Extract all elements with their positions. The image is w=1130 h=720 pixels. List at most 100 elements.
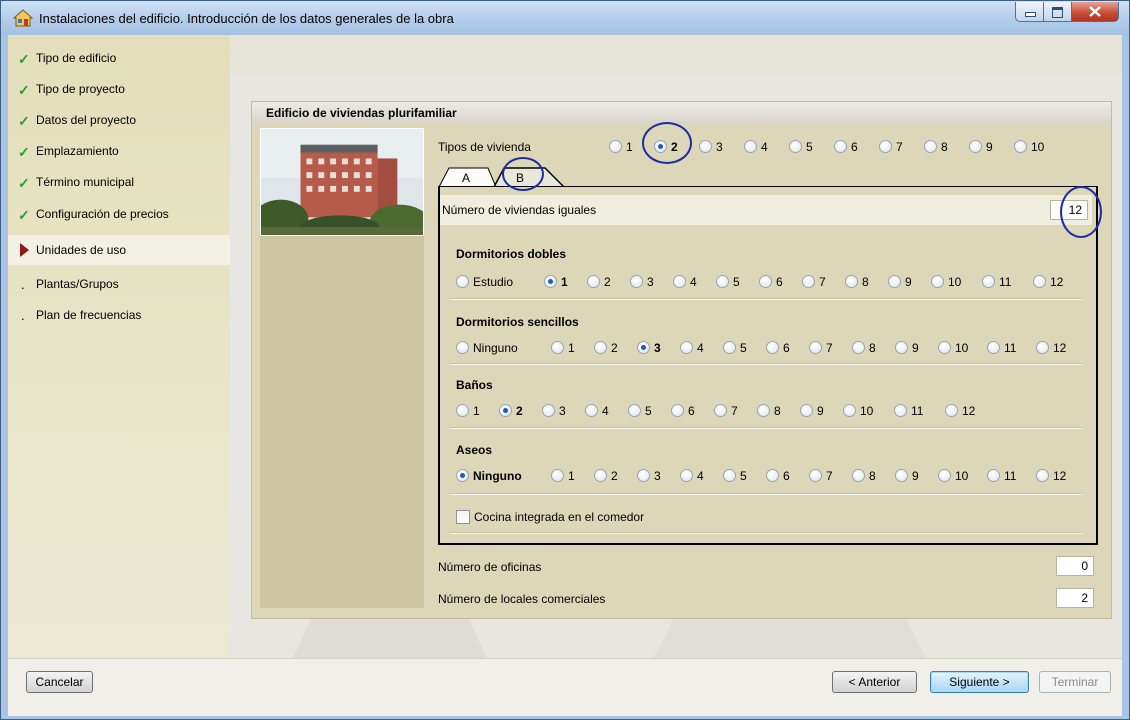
aseos-option-2[interactable]: 2 bbox=[594, 469, 618, 483]
sencillos-option-ninguno[interactable]: Ninguno bbox=[456, 341, 518, 355]
aseos-option-4[interactable]: 4 bbox=[680, 469, 704, 483]
banos-option-1[interactable]: 1 bbox=[456, 404, 480, 418]
sencillos-option-1[interactable]: 1 bbox=[551, 341, 575, 355]
title-bar[interactable]: Instalaciones del edificio. Introducción… bbox=[1, 1, 1129, 35]
tipos-option-7[interactable]: 7 bbox=[879, 140, 903, 154]
tipos-option-5[interactable]: 5 bbox=[789, 140, 813, 154]
banos-option-7[interactable]: 7 bbox=[714, 404, 738, 418]
tipos-option-8[interactable]: 8 bbox=[924, 140, 948, 154]
banos-option-9[interactable]: 9 bbox=[800, 404, 824, 418]
sencillos-option-11[interactable]: 11 bbox=[987, 341, 1016, 355]
sencillos-option-10[interactable]: 10 bbox=[938, 341, 968, 355]
sencillos-option-4[interactable]: 4 bbox=[680, 341, 704, 355]
dobles-option-1[interactable]: 1 bbox=[544, 275, 568, 289]
radio-button-icon bbox=[766, 341, 779, 354]
tipos-option-3[interactable]: 3 bbox=[699, 140, 723, 154]
sencillos-option-2[interactable]: 2 bbox=[594, 341, 618, 355]
finish-button[interactable]: Terminar bbox=[1039, 671, 1111, 693]
aseos-option-9[interactable]: 9 bbox=[895, 469, 919, 483]
back-button[interactable]: < Anterior bbox=[832, 671, 917, 693]
radio-button-icon bbox=[789, 140, 802, 153]
sencillos-option-3[interactable]: 3 bbox=[637, 341, 661, 355]
sidebar-item-unidades-uso[interactable]: Unidades de uso bbox=[8, 235, 230, 265]
sencillos-option-6[interactable]: 6 bbox=[766, 341, 790, 355]
banos-option-6[interactable]: 6 bbox=[671, 404, 695, 418]
banos-option-12[interactable]: 12 bbox=[945, 404, 975, 418]
radio-button-icon bbox=[594, 469, 607, 482]
aseos-option-10[interactable]: 10 bbox=[938, 469, 968, 483]
divider bbox=[450, 532, 1082, 534]
dobles-option-8[interactable]: 8 bbox=[845, 275, 869, 289]
banos-option-4[interactable]: 4 bbox=[585, 404, 609, 418]
banos-option-11[interactable]: 11 bbox=[894, 404, 923, 418]
sidebar-item-plan-frecuencias[interactable]: . Plan de frecuencias bbox=[8, 300, 230, 330]
aseos-option-5[interactable]: 5 bbox=[723, 469, 747, 483]
radio-button-icon bbox=[499, 404, 512, 417]
aseos-option-6[interactable]: 6 bbox=[766, 469, 790, 483]
sidebar-item-configuracion-precios[interactable]: ✓ Configuración de precios bbox=[8, 199, 230, 229]
banos-option-3[interactable]: 3 bbox=[542, 404, 566, 418]
sidebar-item-datos-proyecto[interactable]: ✓ Datos del proyecto bbox=[8, 105, 230, 135]
maximize-button[interactable] bbox=[1043, 2, 1072, 22]
dobles-option-5[interactable]: 5 bbox=[716, 275, 740, 289]
bullet-icon: . bbox=[21, 277, 25, 292]
sidebar-item-tipo-edificio[interactable]: ✓ Tipo de edificio bbox=[8, 43, 230, 73]
tipos-option-1[interactable]: 1 bbox=[609, 140, 633, 154]
cocina-integrada-checkbox[interactable] bbox=[456, 510, 470, 524]
minimize-button[interactable] bbox=[1015, 2, 1044, 22]
aseos-option-1[interactable]: 1 bbox=[551, 469, 575, 483]
tipos-option-9[interactable]: 9 bbox=[969, 140, 993, 154]
sencillos-option-12[interactable]: 12 bbox=[1036, 341, 1066, 355]
banos-option-10[interactable]: 10 bbox=[843, 404, 873, 418]
sencillos-option-8[interactable]: 8 bbox=[852, 341, 876, 355]
locales-input[interactable]: 2 bbox=[1056, 588, 1094, 608]
aseos-option-8[interactable]: 8 bbox=[852, 469, 876, 483]
dobles-option-6[interactable]: 6 bbox=[759, 275, 783, 289]
cancel-button[interactable]: Cancelar bbox=[26, 671, 93, 693]
dobles-option-10[interactable]: 10 bbox=[931, 275, 961, 289]
aseos-option-3[interactable]: 3 bbox=[637, 469, 661, 483]
radio-button-icon bbox=[680, 469, 693, 482]
dobles-option-3[interactable]: 3 bbox=[630, 275, 654, 289]
dobles-option-9[interactable]: 9 bbox=[888, 275, 912, 289]
banos-option-2[interactable]: 2 bbox=[499, 404, 523, 418]
dobles-option-2[interactable]: 2 bbox=[587, 275, 611, 289]
sencillos-option-9[interactable]: 9 bbox=[895, 341, 919, 355]
tab-a[interactable]: A bbox=[462, 171, 470, 185]
tipos-option-4[interactable]: 4 bbox=[744, 140, 768, 154]
tipos-option-6[interactable]: 6 bbox=[834, 140, 858, 154]
sidebar-item-termino-municipal[interactable]: ✓ Término municipal bbox=[8, 167, 230, 197]
viviendas-iguales-row: Número de viviendas iguales 12 bbox=[440, 195, 1092, 225]
aseos-option-ninguno[interactable]: Ninguno bbox=[456, 469, 522, 483]
radio-button-icon bbox=[456, 404, 469, 417]
header-banner bbox=[230, 35, 1122, 73]
check-icon: ✓ bbox=[18, 175, 30, 191]
dobles-option-12[interactable]: 12 bbox=[1033, 275, 1063, 289]
aseos-option-12[interactable]: 12 bbox=[1036, 469, 1066, 483]
locales-label: Número de locales comerciales bbox=[438, 592, 606, 606]
sencillos-option-7[interactable]: 7 bbox=[809, 341, 833, 355]
close-button[interactable] bbox=[1071, 2, 1119, 22]
sidebar-item-tipo-proyecto[interactable]: ✓ Tipo de proyecto bbox=[8, 74, 230, 104]
radio-button-icon bbox=[456, 341, 469, 354]
next-button[interactable]: Siguiente > bbox=[930, 671, 1029, 693]
sidebar-item-plantas-grupos[interactable]: . Plantas/Grupos bbox=[8, 269, 230, 299]
oficinas-input[interactable]: 0 bbox=[1056, 556, 1094, 576]
radio-button-icon bbox=[716, 275, 729, 288]
sidebar-item-emplazamiento[interactable]: ✓ Emplazamiento bbox=[8, 136, 230, 166]
tipos-option-10[interactable]: 10 bbox=[1014, 140, 1044, 154]
sencillos-option-5[interactable]: 5 bbox=[723, 341, 747, 355]
radio-button-icon bbox=[969, 140, 982, 153]
aseos-option-7[interactable]: 7 bbox=[809, 469, 833, 483]
dobles-option-7[interactable]: 7 bbox=[802, 275, 826, 289]
dobles-option-estudio[interactable]: Estudio bbox=[456, 275, 513, 289]
banos-option-8[interactable]: 8 bbox=[757, 404, 781, 418]
dormitorios-dobles-title: Dormitorios dobles bbox=[456, 247, 567, 261]
dobles-option-11[interactable]: 11 bbox=[982, 275, 1011, 289]
aseos-option-11[interactable]: 11 bbox=[987, 469, 1016, 483]
sidebar-item-label: Datos del proyecto bbox=[36, 113, 137, 127]
unit-form: Tipos de vivienda 1 2 3 4 5 6 7 8 9 10 A bbox=[430, 122, 1110, 616]
sidebar-item-label: Tipo de proyecto bbox=[36, 82, 125, 96]
banos-option-5[interactable]: 5 bbox=[628, 404, 652, 418]
dobles-option-4[interactable]: 4 bbox=[673, 275, 697, 289]
